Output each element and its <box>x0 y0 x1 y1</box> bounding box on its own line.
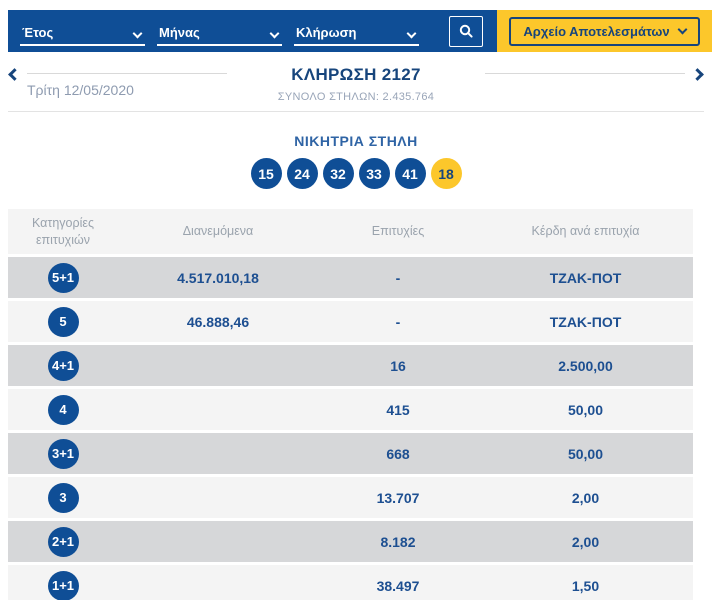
winning-column-title: ΝΙΚΗΤΡΙΑ ΣΤΗΛΗ <box>294 133 418 149</box>
prize-value: 2,00 <box>571 489 600 506</box>
chevron-down-icon <box>406 28 417 39</box>
distributed-value: 4.517.010,18 <box>177 269 259 286</box>
winning-number-ball: 32 <box>322 158 354 189</box>
divider-line <box>27 73 227 74</box>
year-dropdown-label: Έτος <box>22 25 54 40</box>
wins-value: - <box>395 313 401 330</box>
wins-value: 13.707 <box>376 489 420 506</box>
archive-bar: Αρχείο Αποτελεσμάτων <box>497 10 712 52</box>
table-row: 4+1 16 2.500,00 <box>8 345 693 386</box>
chevron-down-icon <box>269 28 280 39</box>
divider-line <box>485 73 685 74</box>
table-row: 2+1 8.182 2,00 <box>8 521 693 562</box>
wins-value: - <box>395 269 401 286</box>
wins-value: 415 <box>386 401 410 418</box>
draw-dropdown-label: Κλήρωση <box>296 25 357 40</box>
draw-nav-left: Τρίτη 12/05/2020 <box>8 65 251 111</box>
tzoker-results-page: Έτος Μήνας Κλήρωση Αρχείο Αποτελεσμάτων <box>0 10 712 600</box>
prize-value: 2,00 <box>571 533 600 550</box>
header-prize-per-win: Κέρδη ανά επιτυχία <box>531 224 640 239</box>
archive-results-button[interactable]: Αρχείο Αποτελεσμάτων <box>509 16 700 46</box>
previous-draw-button[interactable] <box>8 68 21 81</box>
prize-value: ΤΖΑΚ-ΠΟΤ <box>549 269 622 286</box>
table-row: 3 13.707 2,00 <box>8 477 693 518</box>
winning-number-ball: 41 <box>394 158 426 189</box>
prize-table: Κατηγορίες επιτυχιών Διανεμόμενα Επιτυχί… <box>8 209 693 600</box>
header-categories: Κατηγορίες επιτυχιών <box>32 215 94 247</box>
draw-heading: ΚΛΗΡΩΣΗ 2127 ΣΥΝΟΛΟ ΣΤΗΛΩΝ: 2.435.764 <box>251 65 461 111</box>
draw-title: ΚΛΗΡΩΣΗ 2127 <box>291 65 421 84</box>
archive-results-label: Αρχείο Αποτελεσμάτων <box>523 23 670 39</box>
winning-number-ball: 15 <box>250 158 282 189</box>
prize-value: 2.500,00 <box>558 357 613 374</box>
category-badge: 5+1 <box>47 262 79 293</box>
search-button[interactable] <box>449 15 483 47</box>
prize-table-header: Κατηγορίες επιτυχιών Διανεμόμενα Επιτυχί… <box>8 209 693 254</box>
header-distributed: Διανεμόμενα <box>182 224 254 239</box>
category-badge: 1+1 <box>47 570 79 600</box>
prize-value: ΤΖΑΚ-ΠΟΤ <box>549 313 622 330</box>
category-badge: 3+1 <box>47 438 79 469</box>
search-icon <box>459 24 473 38</box>
distributed-value: 46.888,46 <box>186 313 250 330</box>
prize-value: 50,00 <box>567 445 604 462</box>
wins-value: 668 <box>386 445 410 462</box>
header-wins: Επιτυχίες <box>371 224 425 239</box>
month-dropdown-label: Μήνας <box>159 25 200 40</box>
chevron-down-icon <box>677 24 688 35</box>
draw-nav-left-body: Τρίτη 12/05/2020 <box>27 65 251 98</box>
category-badge: 4 <box>47 394 79 425</box>
category-badge: 5 <box>47 306 79 337</box>
table-row: 3+1 668 50,00 <box>8 433 693 474</box>
category-badge: 4+1 <box>47 350 79 381</box>
table-row: 1+1 38.497 1,50 <box>8 565 693 600</box>
draw-navigation: Τρίτη 12/05/2020 ΚΛΗΡΩΣΗ 2127 ΣΥΝΟΛΟ ΣΤΗ… <box>8 52 704 112</box>
category-badge: 3 <box>47 482 79 513</box>
month-dropdown[interactable]: Μήνας <box>157 16 282 46</box>
total-columns: ΣΥΝΟΛΟ ΣΤΗΛΩΝ: 2.435.764 <box>277 91 435 103</box>
winning-column-section: ΝΙΚΗΤΡΙΑ ΣΤΗΛΗ 15 24 32 33 41 18 <box>0 133 712 189</box>
year-dropdown[interactable]: Έτος <box>20 16 145 46</box>
wins-value: 38.497 <box>376 577 420 594</box>
prize-value: 1,50 <box>571 577 600 594</box>
draw-date: Τρίτη 12/05/2020 <box>27 82 134 98</box>
winning-number-ball: 33 <box>358 158 390 189</box>
next-draw-button[interactable] <box>691 68 704 81</box>
joker-number-ball: 18 <box>430 158 462 189</box>
wins-value: 16 <box>390 357 406 374</box>
wins-value: 8.182 <box>380 533 416 550</box>
table-row: 5 46.888,46 - ΤΖΑΚ-ΠΟΤ <box>8 301 693 342</box>
winning-numbers: 15 24 32 33 41 18 <box>0 158 712 189</box>
draw-nav-right-body <box>461 65 685 74</box>
chevron-down-icon <box>132 28 143 39</box>
category-badge: 2+1 <box>47 526 79 557</box>
filters-bar-blue: Έτος Μήνας Κλήρωση <box>8 10 497 52</box>
table-row: 4 415 50,00 <box>8 389 693 430</box>
winning-number-ball: 24 <box>286 158 318 189</box>
prize-value: 50,00 <box>567 401 604 418</box>
draw-nav-right <box>461 65 704 111</box>
filters-bar: Έτος Μήνας Κλήρωση Αρχείο Αποτελεσμάτων <box>8 10 712 52</box>
draw-dropdown[interactable]: Κλήρωση <box>294 16 419 46</box>
table-row: 5+1 4.517.010,18 - ΤΖΑΚ-ΠΟΤ <box>8 257 693 298</box>
